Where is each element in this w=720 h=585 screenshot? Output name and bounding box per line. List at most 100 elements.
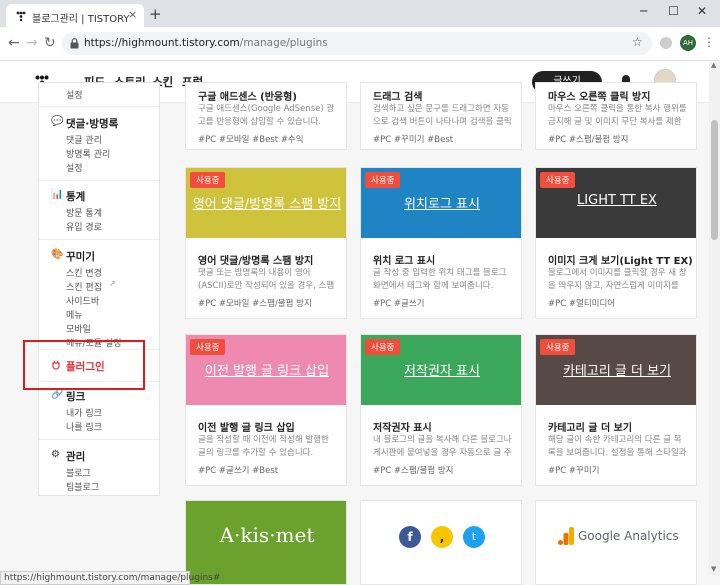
in-use-badge: 사용중 — [365, 339, 401, 355]
plugin-card-location-log[interactable]: 사용중 위치로그 표시 위치 로그 표시 글 작성 중 입력한 위치 태그를 블… — [360, 167, 522, 319]
tab-title: 블로그관리 | TISTORY — [32, 14, 130, 25]
sidebar-section-links[interactable]: 링크 — [66, 389, 85, 404]
plugin-card-spam-block[interactable]: 사용중 영어 댓글/방명록 스팸 방지 영어 댓글/방명록 스팸 방지 댓글 또… — [185, 167, 347, 319]
comment-icon: 💬 — [51, 116, 64, 127]
url-host: https://highmount.tistory.com — [84, 37, 240, 49]
new-tab-button[interactable]: + — [149, 5, 162, 23]
bookmark-star-icon[interactable]: ☆ — [632, 35, 643, 49]
plugin-thumbnail: 사용중 이전 발행 글 링크 삽입 — [186, 335, 346, 405]
tab-close-icon[interactable]: × — [128, 8, 137, 21]
twitter-icon: t — [463, 526, 485, 548]
thumbnail-text: LIGHT TT EX — [577, 193, 657, 208]
link-icon: 🔗 — [51, 389, 64, 400]
window-close-icon[interactable]: ✕ — [697, 4, 707, 18]
in-use-badge: 사용중 — [190, 339, 226, 355]
back-icon[interactable]: ← — [8, 35, 20, 51]
plugin-card-light-tt-ex[interactable]: 사용중 LIGHT TT EX 이미지 크게 보기(Light TT EX) 블… — [535, 167, 697, 319]
in-use-badge: 사용중 — [190, 172, 226, 188]
stats-icon: 📊 — [51, 189, 64, 200]
forward-icon[interactable]: → — [26, 35, 38, 51]
url-text: https://highmount.tistory.com/manage/plu… — [84, 37, 328, 49]
plugin-card-google-analytics[interactable]: Google Analytics — [535, 500, 697, 585]
sidebar-item-linking-me[interactable]: 나를 링크 — [66, 420, 102, 433]
plugin-desc: 내 블로그의 글을 복사해 다른 블로그나 게시판에 붙여넣을 경우 자동으로 … — [373, 435, 512, 458]
divider — [39, 106, 159, 107]
sidebar-item-comment-manage[interactable]: 댓글 관리 — [66, 133, 102, 146]
sidebar-item-comment-settings[interactable]: 설정 — [66, 161, 83, 174]
sidebar-item-my-links[interactable]: 내가 링크 — [66, 406, 102, 419]
divider — [39, 239, 159, 240]
plugin-title: 카테고리 글 더 보기 — [548, 423, 633, 434]
plugin-card-right-click[interactable]: 마우스 오른쪽 클릭 방지 마우스 오른쪽 클릭을 통한 복사 행위를 금지해 … — [535, 82, 697, 150]
scroll-up-icon[interactable]: ▲ — [711, 61, 716, 69]
in-use-badge: 사용중 — [540, 339, 576, 355]
status-bar-url: https://highmount.tistory.com/manage/plu… — [0, 571, 220, 585]
thumbnail-text: 위치로그 표시 — [404, 197, 480, 212]
sidebar-section-manage[interactable]: 관리 — [66, 449, 85, 464]
plugin-title: 이미지 크게 보기(Light TT EX) — [548, 256, 693, 267]
sidebar-item-blog[interactable]: 블로그 — [66, 466, 91, 479]
sidebar-item-settings[interactable]: 설정 — [66, 88, 83, 101]
plugin-card-copyright[interactable]: 사용중 저작권자 표시 저작권자 표시 내 블로그의 글을 복사해 다른 블로그… — [360, 334, 522, 486]
lock-icon — [70, 38, 79, 49]
plugin-title: 위치 로그 표시 — [373, 256, 436, 267]
kakaostory-icon: , — [431, 526, 453, 548]
plugin-tags: #PC #꾸미기 — [548, 466, 600, 476]
plugin-title: 저작권자 표시 — [373, 423, 432, 434]
plugin-desc: 글 작성 중 입력한 위치 태그를 블로그 화면에서 태그와 함께 보여줍니다. — [373, 268, 507, 291]
manage-sidebar: 설정 💬 댓글·방명록 댓글 관리 방명록 관리 설정 📊 통계 방문 통계 유… — [38, 82, 160, 496]
akismet-logo-text: A·kis·met — [219, 523, 315, 547]
plugin-tags: #PC #글쓰기 #Best — [198, 466, 279, 476]
in-use-badge: 사용중 — [540, 172, 576, 188]
plugin-desc: 블로그에서 이미지를 클릭할 경우 새 창을 띄우지 않고, 자연스럽게 이미지… — [548, 268, 687, 291]
sidebar-item-referrer[interactable]: 유입 경로 — [66, 220, 102, 233]
address-bar[interactable]: https://highmount.tistory.com/manage/plu… — [62, 32, 652, 55]
highlight-box — [23, 340, 145, 390]
sidebar-item-mobile[interactable]: 모바일 — [66, 322, 91, 335]
paint-icon: 🎨 — [51, 249, 64, 260]
divider — [39, 439, 159, 440]
sidebar-item-menu[interactable]: 메뉴 — [66, 308, 83, 321]
plugin-desc: 마우스 오른쪽 클릭을 통한 복사 행위를 금지해 글 및 이미지 무단 복사를… — [548, 104, 687, 127]
url-path: /manage/plugins — [239, 37, 328, 49]
sidebar-section-design[interactable]: 꾸미기 — [66, 249, 95, 264]
browser-tab[interactable]: 블로그관리 | TISTORY × — [6, 4, 144, 27]
sidebar-item-guestbook-manage[interactable]: 방명록 관리 — [66, 147, 110, 160]
plugin-card-adsense[interactable]: 구글 애드센스 (반응형) 구글 애드센스(Google AdSense) 광고… — [185, 82, 347, 150]
thumbnail-text: 이전 발행 글 링크 삽입 — [204, 364, 330, 379]
plugin-card-social-share[interactable]: f , t — [360, 500, 522, 585]
profile-avatar[interactable]: AH — [680, 35, 696, 51]
sidebar-section-comments[interactable]: 댓글·방명록 — [66, 116, 118, 131]
external-link-icon: ↗ — [109, 279, 116, 288]
browser-tabstrip: 블로그관리 | TISTORY × + ─ ☐ ✕ — [0, 0, 720, 27]
tistory-favicon-icon — [16, 11, 26, 21]
plugin-tags: #PC #꾸미기 #Best — [373, 135, 454, 145]
browser-toolbar: ← → ↻ https://highmount.tistory.com/mana… — [0, 27, 720, 61]
minimize-icon[interactable]: ─ — [640, 4, 647, 18]
sidebar-item-skin-edit[interactable]: 스킨 편집 — [66, 280, 102, 293]
sidebar-item-skin-change[interactable]: 스킨 변경 — [66, 266, 102, 279]
sidebar-section-stats[interactable]: 통계 — [66, 189, 85, 204]
thumbnail-text: 영어 댓글/방명록 스팸 방지 — [192, 197, 342, 212]
facebook-icon: f — [399, 526, 421, 548]
plugin-card-category-more[interactable]: 사용중 카테고리 글 더 보기 카테고리 글 더 보기 해당 글이 속한 카테고… — [535, 334, 697, 486]
reload-icon[interactable]: ↻ — [44, 35, 56, 51]
maximize-icon[interactable]: ☐ — [668, 4, 679, 18]
plugin-desc: 검색하고 싶은 문구를 드래그하면 자동으로 검색 버튼이 나타나며 검색을 클… — [373, 104, 512, 127]
plugin-card-prev-post-link[interactable]: 사용중 이전 발행 글 링크 삽입 이전 발행 글 링크 삽입 글을 작성할 때… — [185, 334, 347, 486]
plugin-card-drag-search[interactable]: 드래그 검색 검색하고 싶은 문구를 드래그하면 자동으로 검색 버튼이 나타나… — [360, 82, 522, 150]
chrome-menu-icon[interactable]: ⋮ — [703, 35, 715, 49]
plugin-desc: 댓글 또는 방명록의 내용이 영어(ASCII)로만 작성되어 있을 경우, 스… — [198, 268, 335, 291]
in-use-badge: 사용중 — [365, 172, 401, 188]
sidebar-item-sidebar[interactable]: 사이드바 — [66, 294, 99, 307]
plugin-title: 드래그 검색 — [373, 92, 423, 103]
scrollbar-thumb[interactable] — [711, 120, 718, 240]
scroll-down-icon[interactable]: ▼ — [711, 565, 716, 573]
plugin-tags: #PC #모바일 #스팸/불펌 방지 — [198, 299, 312, 309]
plugin-title: 구글 애드센스 (반응형) — [198, 92, 297, 103]
sidebar-item-visit-stats[interactable]: 방문 통계 — [66, 206, 102, 219]
sidebar-item-team-blog[interactable]: 팀블로그 — [66, 480, 99, 493]
extension-icon[interactable] — [660, 37, 672, 49]
plugin-thumbnail: 사용중 LIGHT TT EX — [536, 168, 696, 238]
plugin-desc: 구글 애드센스(Google AdSense) 광고를 반응형에 삽입할 수 있… — [198, 104, 335, 127]
